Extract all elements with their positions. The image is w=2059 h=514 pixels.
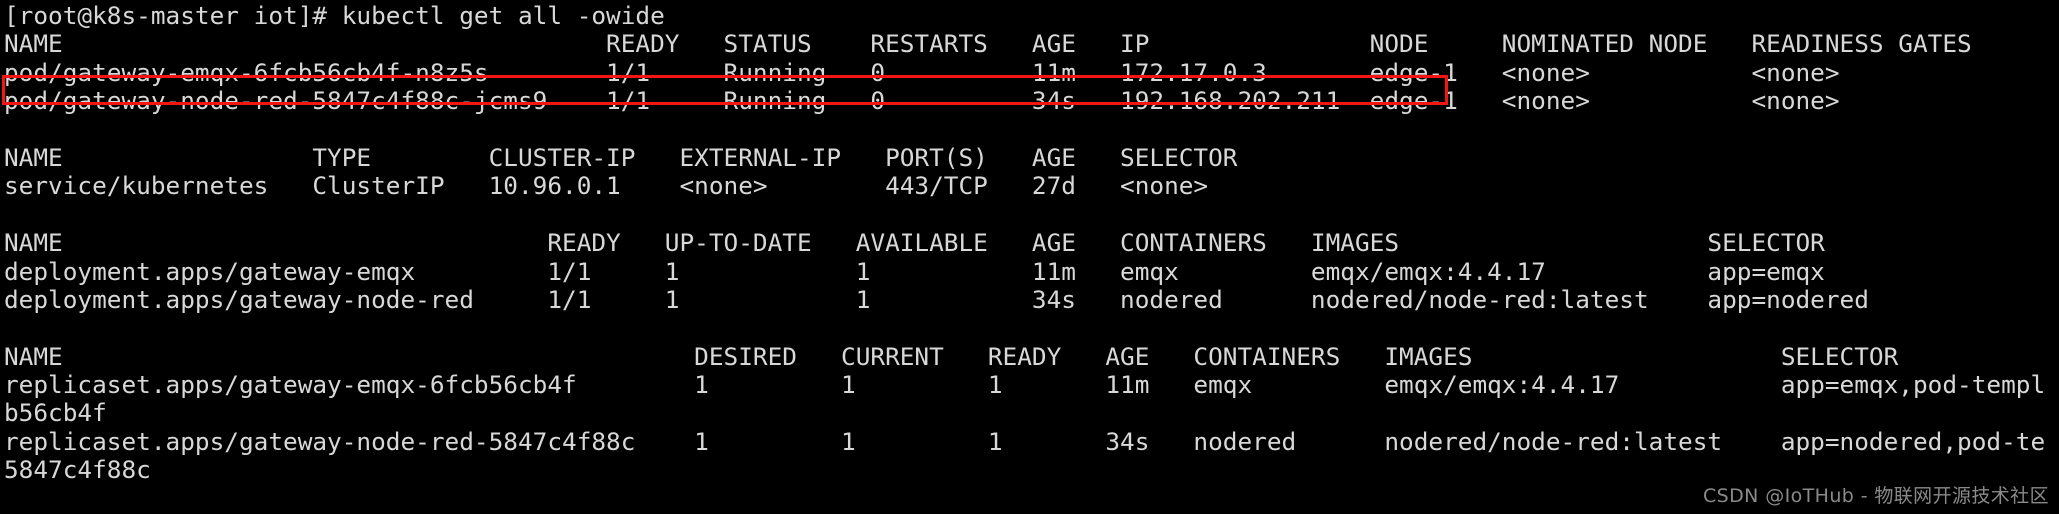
terminal-line-deployment-node-red: deployment.apps/gateway-node-red 1/1 1 1…	[4, 284, 1869, 314]
terminal-line-services-header: NAME TYPE CLUSTER-IP EXTERNAL-IP PORT(S)…	[4, 142, 1238, 172]
terminal-line-replicaset-emqx-wrap: b56cb4f	[4, 398, 107, 428]
terminal-line-blank-3	[4, 314, 2059, 342]
terminal-line-pod-emqx: pod/gateway-emqx-6fcb56cb4f-n8z5s 1/1 Ru…	[4, 57, 1840, 87]
terminal-line-blank-2	[4, 201, 2059, 229]
terminal-line-pod-node-red: pod/gateway-node-red-5847c4f88c-jcms9 1/…	[4, 86, 1840, 116]
terminal-line-pods-header: NAME READY STATUS RESTARTS AGE IP NODE N…	[4, 29, 1972, 59]
terminal-window[interactable]: [root@k8s-master iot]# kubectl get all -…	[0, 0, 2059, 514]
watermark: CSDN @IoTHub - 物联网开源技术社区	[1703, 484, 2049, 507]
terminal-line-replicasets-header: NAME DESIRED CURRENT READY AGE CONTAINER…	[4, 341, 1899, 371]
terminal-line-service-kubernetes: service/kubernetes ClusterIP 10.96.0.1 <…	[4, 171, 1209, 201]
terminal-line-blank-1	[4, 116, 2059, 144]
terminal-line-deployments-header: NAME READY UP-TO-DATE AVAILABLE AGE CONT…	[4, 228, 1825, 258]
terminal-line-replicaset-node-red: replicaset.apps/gateway-node-red-5847c4f…	[4, 426, 2046, 456]
terminal-line-replicaset-node-red-wrap: 5847c4f88c	[4, 455, 151, 485]
terminal-line-deployment-emqx: deployment.apps/gateway-emqx 1/1 1 1 11m…	[4, 256, 1825, 286]
terminal-line-replicaset-emqx: replicaset.apps/gateway-emqx-6fcb56cb4f …	[4, 370, 2046, 400]
terminal-line-prompt-command: [root@k8s-master iot]# kubectl get all -…	[4, 1, 665, 30]
